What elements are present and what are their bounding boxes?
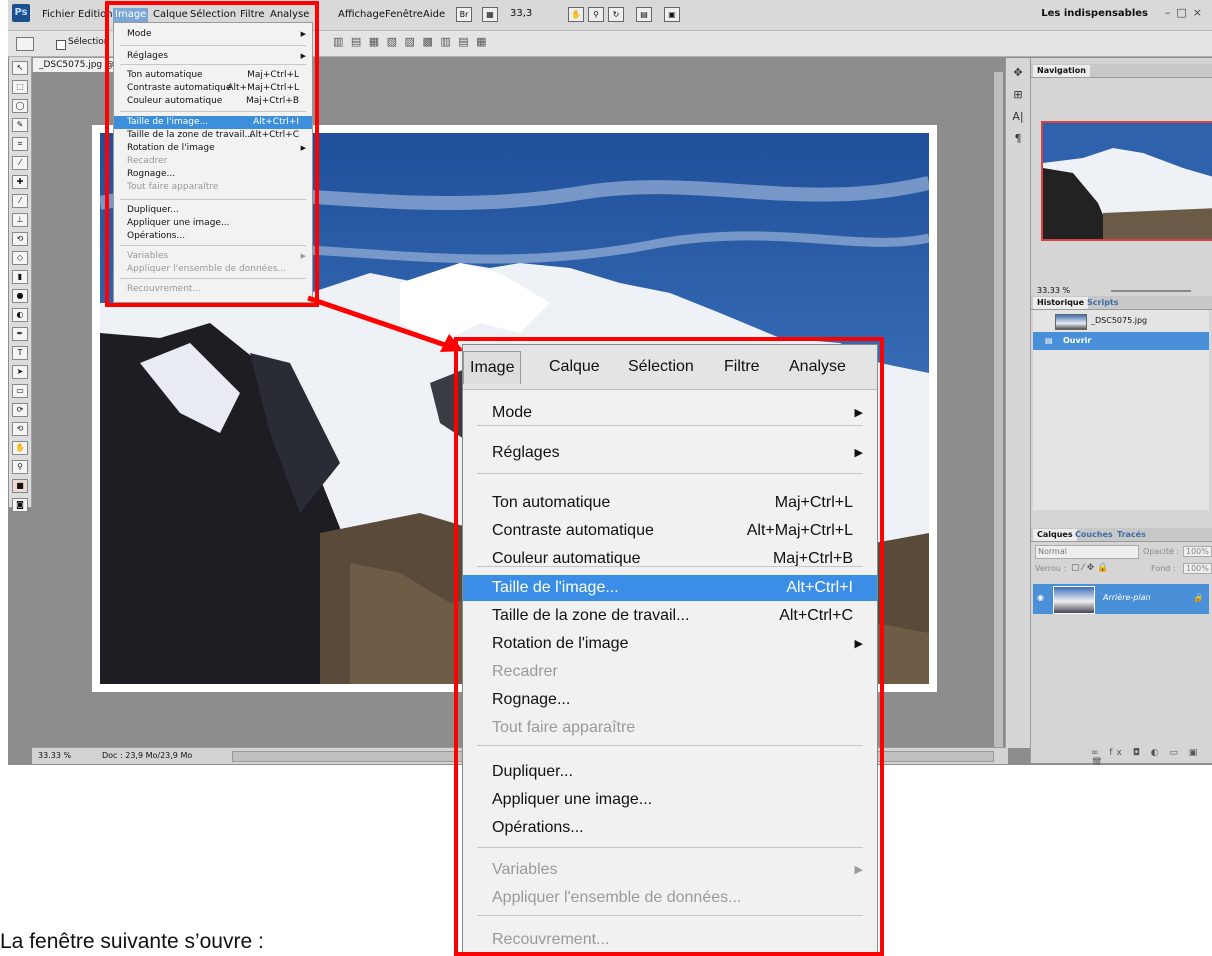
status-doc-size: Doc : 23,9 Mo/23,9 Mo bbox=[102, 751, 193, 760]
highlight-box-small bbox=[105, 1, 319, 307]
brush-tool-icon[interactable]: ⁄ bbox=[12, 194, 28, 208]
history-state-label: Ouvrir bbox=[1063, 336, 1092, 345]
layers-footer-icons[interactable]: ∞ fx ◘ ◐ ▭ ▣ 🗑 bbox=[1091, 748, 1212, 765]
eraser-tool-icon[interactable]: ◇ bbox=[12, 251, 28, 265]
layer-lock-icon: 🔒 bbox=[1193, 593, 1203, 602]
zoom-icon[interactable]: ⚲ bbox=[588, 7, 604, 22]
3d-orbit-icon[interactable]: ⟲ bbox=[12, 422, 28, 436]
highlight-box-zoomed bbox=[454, 337, 884, 956]
status-zoom[interactable]: 33.33 % bbox=[38, 748, 71, 764]
color-swatches-icon[interactable]: ■ bbox=[12, 479, 28, 493]
menu-fenetre[interactable]: Fenêtre bbox=[383, 8, 425, 22]
history-snapshot-thumbnail bbox=[1055, 314, 1087, 330]
crop-tool-icon[interactable]: ⌗ bbox=[12, 137, 28, 151]
stamp-tool-icon[interactable]: ⊥ bbox=[12, 213, 28, 227]
menu-aide[interactable]: Aide bbox=[421, 8, 447, 22]
blur-tool-icon[interactable]: ● bbox=[12, 289, 28, 303]
navigation-zoom[interactable]: 33.33 % bbox=[1037, 286, 1070, 295]
menu-affichage[interactable]: Affichage bbox=[336, 8, 387, 22]
history-snapshot-label: _DSC5075.jpg bbox=[1091, 316, 1148, 325]
quick-mask-icon[interactable]: ◙ bbox=[12, 498, 28, 512]
screen-mode-icon[interactable]: ▣ bbox=[664, 7, 680, 22]
history-state-icon: ▤ bbox=[1045, 336, 1053, 345]
opacity-input[interactable]: 100% bbox=[1183, 546, 1212, 557]
right-panels: Navigation 33.33 % Historique Scripts _D… bbox=[1030, 58, 1212, 765]
photoshop-logo-icon: Ps bbox=[12, 4, 30, 22]
eye-icon[interactable]: ◉ bbox=[1037, 593, 1044, 602]
bridge-icon[interactable]: Br bbox=[456, 7, 472, 22]
history-state-selected[interactable]: ▤ Ouvrir bbox=[1033, 332, 1209, 350]
workspace-switcher[interactable]: Les indispensables bbox=[1041, 8, 1148, 19]
caption-text: La fenêtre suivante s’ouvre : bbox=[0, 930, 264, 953]
lock-label: Verrou : bbox=[1035, 564, 1067, 573]
history-tabs: Historique Scripts bbox=[1031, 296, 1212, 310]
gradient-tool-icon[interactable]: ▮ bbox=[12, 270, 28, 284]
vertical-scrollbar[interactable] bbox=[993, 72, 1003, 747]
align-distribute-icons[interactable]: ▥ ▤ ▦ ▧ ▨ ▩ ▥ ▤ ▦ bbox=[333, 35, 489, 48]
eyedropper-tool-icon[interactable]: ⁄ bbox=[12, 156, 28, 170]
tab-traces[interactable]: Tracés bbox=[1113, 529, 1150, 541]
stamp-icon[interactable]: ⊞ bbox=[1010, 88, 1026, 102]
move-tool-preset-icon[interactable] bbox=[16, 37, 34, 51]
callout-arrow bbox=[307, 295, 464, 352]
fill-label: Fond : bbox=[1151, 564, 1176, 573]
pen-tool-icon[interactable]: ✒ bbox=[12, 327, 28, 341]
navigation-zoom-slider[interactable] bbox=[1111, 290, 1191, 292]
marquee-tool-icon[interactable]: ⬚ bbox=[12, 80, 28, 94]
3d-rotate-icon[interactable]: ⟳ bbox=[12, 403, 28, 417]
move-tool-icon[interactable]: ↖ bbox=[12, 61, 28, 75]
arrange-icon[interactable]: ▤ bbox=[636, 7, 652, 22]
shape-tool-icon[interactable]: ▭ bbox=[12, 384, 28, 398]
hand-tool-icon[interactable]: ✋ bbox=[12, 441, 28, 455]
lock-icons[interactable]: ▢ ⁄ ✥ 🔒 bbox=[1071, 563, 1108, 573]
quick-select-tool-icon[interactable]: ✎ bbox=[12, 118, 28, 132]
rotate-view-icon[interactable]: ↻ bbox=[608, 7, 624, 22]
tab-couches[interactable]: Couches bbox=[1071, 529, 1117, 541]
paragraph-icon[interactable]: ¶ bbox=[1010, 132, 1026, 146]
dodge-tool-icon[interactable]: ◐ bbox=[12, 308, 28, 322]
zoom-tool-icon[interactable]: ⚲ bbox=[12, 460, 28, 474]
character-icon[interactable]: A| bbox=[1010, 110, 1026, 124]
navigation-tabs: Navigation bbox=[1031, 64, 1212, 78]
panel-icon-strip: ✥ ⊞ A| ¶ bbox=[1005, 58, 1030, 748]
navigation-thumbnail-art bbox=[1043, 123, 1212, 239]
healing-tool-icon[interactable]: ✚ bbox=[12, 175, 28, 189]
tab-historique[interactable]: Historique bbox=[1033, 297, 1089, 309]
puppet-icon[interactable]: ✥ bbox=[1010, 66, 1026, 80]
auto-select-checkbox[interactable] bbox=[56, 40, 66, 50]
layer-name: Arrière-plan bbox=[1103, 593, 1151, 602]
tab-navigation[interactable]: Navigation bbox=[1033, 65, 1090, 77]
layer-thumbnail bbox=[1053, 586, 1095, 614]
layers-tabs: Calques Couches Tracés bbox=[1031, 528, 1212, 542]
zoom-level[interactable]: 33,3 bbox=[510, 8, 532, 19]
navigation-thumbnail[interactable] bbox=[1041, 121, 1212, 241]
path-select-icon[interactable]: ➤ bbox=[12, 365, 28, 379]
blend-mode-select[interactable]: Normal bbox=[1035, 545, 1139, 559]
history-snapshot[interactable]: _DSC5075.jpg bbox=[1033, 312, 1209, 330]
opacity-label: Opacité : bbox=[1143, 547, 1180, 556]
type-tool-icon[interactable]: T bbox=[12, 346, 28, 360]
menu-fichier[interactable]: Fichier bbox=[40, 8, 77, 22]
layer-row-background[interactable]: ◉ Arrière-plan 🔒 bbox=[1033, 584, 1209, 614]
fill-input[interactable]: 100% bbox=[1183, 563, 1212, 574]
window-controls[interactable]: –□× bbox=[1165, 6, 1208, 19]
mini-bridge-icon[interactable]: ▦ bbox=[482, 7, 498, 22]
lasso-tool-icon[interactable]: ◯ bbox=[12, 99, 28, 113]
history-brush-icon[interactable]: ⟲ bbox=[12, 232, 28, 246]
history-list: _DSC5075.jpg ▤ Ouvrir bbox=[1033, 310, 1209, 510]
tab-scripts[interactable]: Scripts bbox=[1083, 297, 1123, 309]
tools-panel: ↖ ⬚ ◯ ✎ ⌗ ⁄ ✚ ⁄ ⊥ ⟲ ◇ ▮ ● ◐ ✒ T ➤ ▭ ⟳ ⟲ … bbox=[9, 57, 32, 512]
hand-icon[interactable]: ✋ bbox=[568, 7, 584, 22]
